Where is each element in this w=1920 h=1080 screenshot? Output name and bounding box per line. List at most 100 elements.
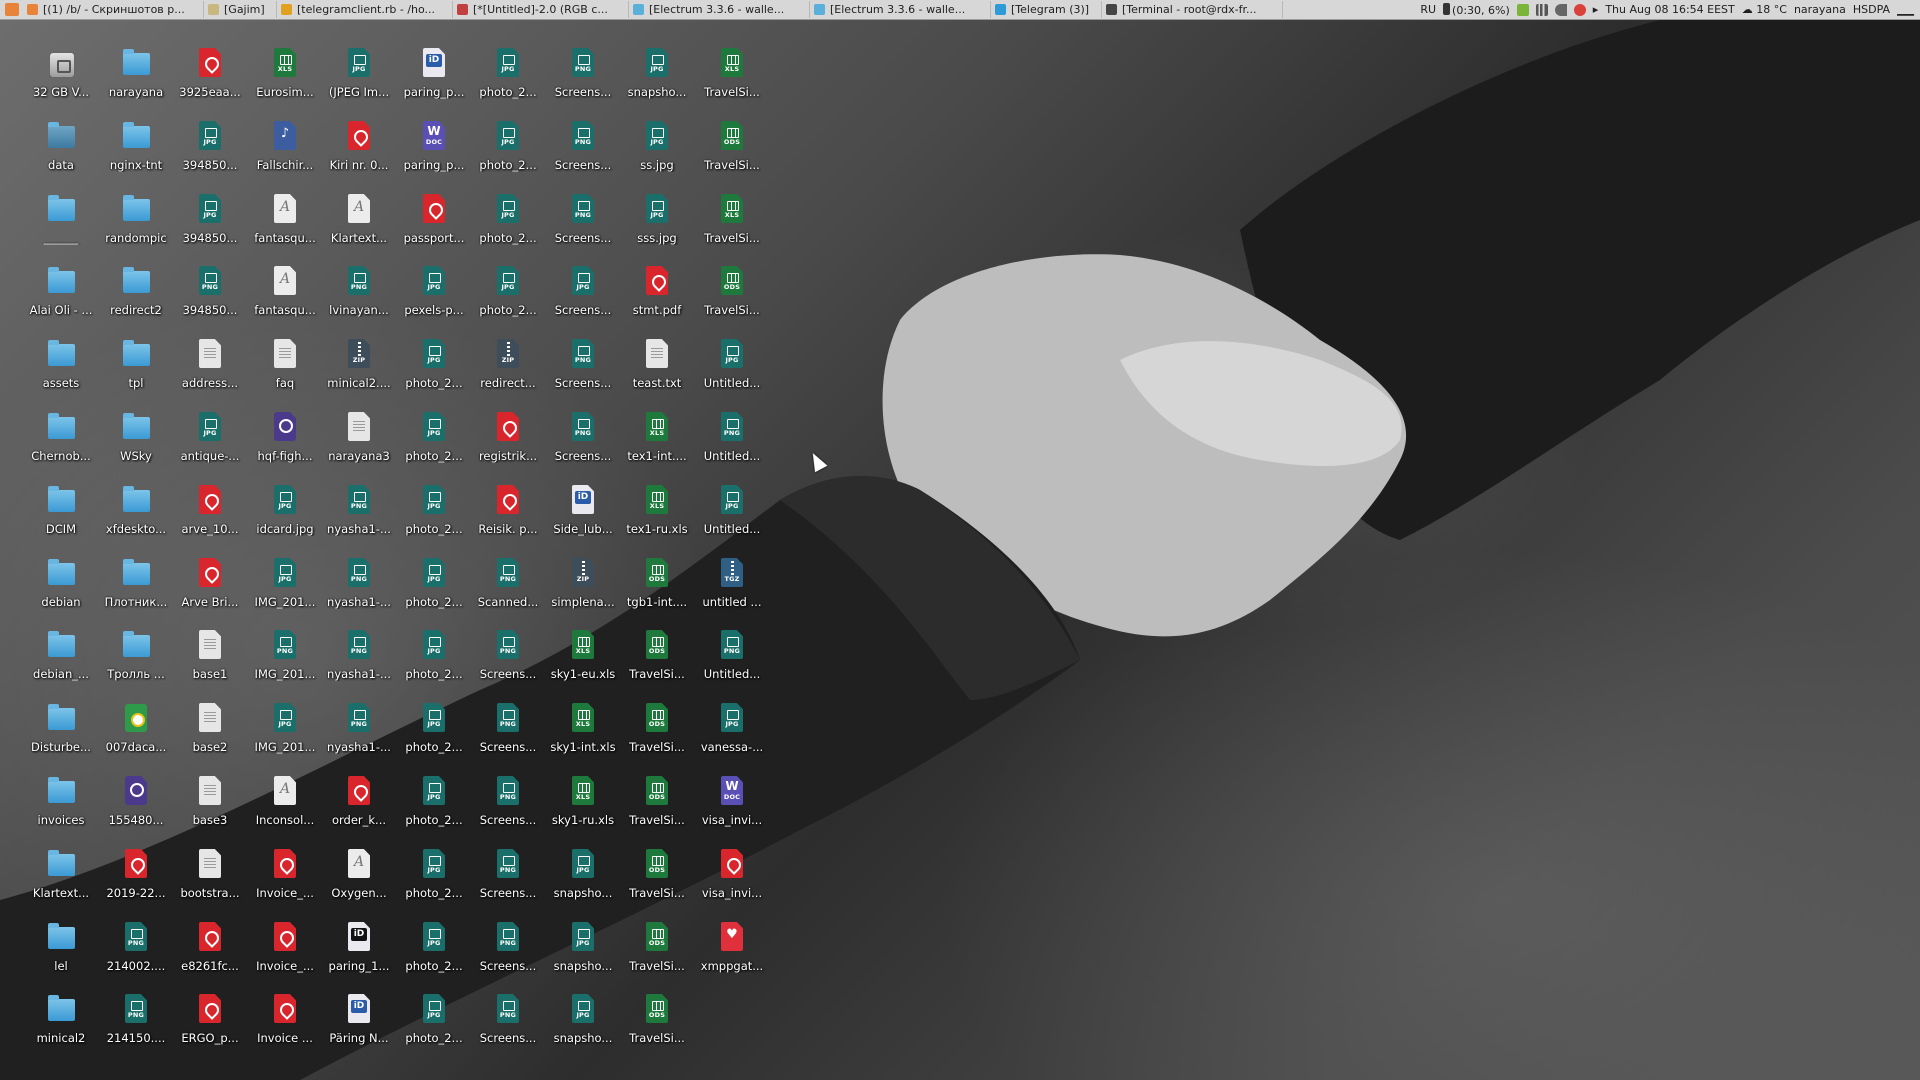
desktop-icon[interactable]: 32 GB V... — [25, 46, 97, 110]
desktop-icon[interactable]: JPG photo_2... — [398, 337, 470, 401]
desktop-icon[interactable]: PNG Screens... — [472, 847, 544, 911]
desktop-icon[interactable]: Disturbe... — [25, 701, 97, 765]
desktop-icon[interactable]: JPG photo_2... — [398, 920, 470, 984]
desktop-icon[interactable]: Invoice ... — [249, 992, 321, 1056]
volume-icon[interactable] — [1554, 3, 1567, 16]
desktop-icon[interactable]: JPG photo_2... — [472, 192, 544, 256]
android-icon[interactable] — [1516, 3, 1529, 16]
desktop-icon[interactable]: Afantasqu... — [249, 264, 321, 328]
applications-menu-icon[interactable] — [5, 3, 19, 16]
desktop-icon[interactable]: W DOC visa_invi... — [696, 774, 768, 838]
desktop-icon[interactable]: XLS TravelSi... — [696, 192, 768, 256]
desktop-icon[interactable]: JPG IMG_201... — [249, 701, 321, 765]
desktop-icon[interactable]: Arve Bri... — [174, 556, 246, 620]
desktop-icon[interactable]: PNG nyasha1-... — [323, 628, 395, 692]
desktop-icon[interactable]: Invoice_... — [249, 847, 321, 911]
desktop-icon[interactable]: JPG 394850... — [174, 192, 246, 256]
desktop-icon[interactable]: PNG Screens... — [472, 628, 544, 692]
desktop-icon[interactable]: PNG nyasha1-... — [323, 556, 395, 620]
desktop-icon[interactable]: PNG Screens... — [547, 46, 619, 110]
desktop-icon[interactable]: bootstra... — [174, 847, 246, 911]
desktop-icon[interactable]: ODS TravelSi... — [696, 119, 768, 183]
desktop-icon[interactable]: PNG 394850... — [174, 264, 246, 328]
desktop-icon[interactable]: 2019-22... — [100, 847, 172, 911]
desktop-icon[interactable]: JPG snapsho... — [621, 46, 693, 110]
desktop-icon[interactable]: WSky — [100, 410, 172, 474]
desktop-icon[interactable]: JPG IMG_201... — [249, 556, 321, 620]
desktop-icon[interactable]: JPG idcard.jpg — [249, 483, 321, 547]
desktop-icon[interactable]: PNG lvinayan... — [323, 264, 395, 328]
taskbar-button[interactable]: [Telegram (3)] — [991, 1, 1102, 18]
desktop-icon[interactable]: data — [25, 119, 97, 183]
tray-expand-icon[interactable]: ▸ — [1593, 3, 1599, 16]
desktop-icon[interactable]: XLS TravelSi... — [696, 46, 768, 110]
desktop-icon[interactable]: XLS tex1-int.... — [621, 410, 693, 474]
clock[interactable]: Thu Aug 08 16:54 EEST — [1605, 3, 1734, 16]
desktop-icon[interactable]: JPG photo_2... — [398, 774, 470, 838]
network-indicator[interactable]: HSDPA — [1853, 3, 1890, 16]
desktop-icon[interactable]: assets — [25, 337, 97, 401]
desktop-icon[interactable]: xfdeskto... — [100, 483, 172, 547]
desktop-icon[interactable]: PNG Screens... — [472, 920, 544, 984]
taskbar-button[interactable]: [Electrum 3.3.6 - walle... — [629, 1, 810, 18]
desktop-icon[interactable]: narayana3 — [323, 410, 395, 474]
desktop-icon[interactable]: Alai Oli - ... — [25, 264, 97, 328]
desktop-icon[interactable]: JPG (JPEG Im... — [323, 46, 395, 110]
desktop-icon[interactable]: ODS TravelSi... — [621, 920, 693, 984]
battery-indicator[interactable]: (0:30, 6%) — [1443, 2, 1510, 17]
desktop-icon[interactable]: nginx-tnt — [100, 119, 172, 183]
desktop-icon[interactable]: base2 — [174, 701, 246, 765]
desktop-icon[interactable]: PNG nyasha1-... — [323, 701, 395, 765]
desktop-icon[interactable]: iD paring_p... — [398, 46, 470, 110]
weather-indicator[interactable]: ☁ 18 °C — [1742, 3, 1787, 16]
desktop-icon[interactable]: base3 — [174, 774, 246, 838]
desktop-icon[interactable]: JPG snapsho... — [547, 847, 619, 911]
desktop-icon[interactable]: PNG Screens... — [547, 119, 619, 183]
desktop-icon[interactable]: JPG photo_2... — [398, 483, 470, 547]
taskbar-button[interactable]: [*[Untitled]-2.0 (RGB c... — [453, 1, 629, 18]
taskbar-button[interactable]: [Gajim] — [204, 1, 277, 18]
desktop-icon[interactable]: JPG photo_2... — [398, 410, 470, 474]
desktop-icon[interactable]: JPG photo_2... — [472, 119, 544, 183]
desktop-icon[interactable]: JPG photo_2... — [398, 701, 470, 765]
desktop-icon[interactable]: 3925eaa... — [174, 46, 246, 110]
desktop-icon[interactable]: JPG snapsho... — [547, 992, 619, 1056]
desktop-icon[interactable]: A Inconsol... — [249, 774, 321, 838]
desktop-icon[interactable]: tpl — [100, 337, 172, 401]
desktop-icon[interactable]: PNG Untitled... — [696, 410, 768, 474]
desktop-icon[interactable]: W DOC paring_p... — [398, 119, 470, 183]
desktop-icon[interactable]: stmt.pdf — [621, 264, 693, 328]
desktop-icon[interactable]: PNG Screens... — [472, 774, 544, 838]
desktop-icon[interactable]: teast.txt — [621, 337, 693, 401]
desktop-icon[interactable]: Klartext... — [25, 847, 97, 911]
desktop-icon[interactable]: Afantasqu... — [249, 192, 321, 256]
desktop-icon[interactable]: hqf-figh... — [249, 410, 321, 474]
desktop-icon[interactable]: order_k... — [323, 774, 395, 838]
desktop-icon[interactable]: Плотник... — [100, 556, 172, 620]
desktop-icon[interactable]: TGZ untitled ... — [696, 556, 768, 620]
desktop-icon[interactable]: ♥ xmppgat... — [696, 920, 768, 984]
desktop-icon[interactable]: iD Side_lub... — [547, 483, 619, 547]
desktop-icon[interactable]: ODS TravelSi... — [621, 628, 693, 692]
desktop-icon[interactable]: JPG sss.jpg — [621, 192, 693, 256]
keyboard-layout-indicator[interactable]: RU — [1420, 3, 1436, 16]
desktop-icon[interactable]: address... — [174, 337, 246, 401]
desktop-icon[interactable]: ODS tgb1-int.... — [621, 556, 693, 620]
desktop-icon[interactable]: iD Päring N... — [323, 992, 395, 1056]
signal-strength-icon[interactable] — [1535, 3, 1548, 16]
user-name[interactable]: narayana — [1794, 3, 1846, 16]
desktop-icon[interactable]: 155480... — [100, 774, 172, 838]
desktop-icon[interactable]: ODS TravelSi... — [621, 701, 693, 765]
desktop-icon[interactable]: JPG photo_2... — [472, 264, 544, 328]
taskbar-button[interactable]: [(1) /b/ - Скриншотов р... — [23, 1, 204, 18]
desktop-icon[interactable]: PNG Screens... — [547, 192, 619, 256]
desktop-icon[interactable]: passport... — [398, 192, 470, 256]
desktop-icon[interactable]: ZIP minical2.... — [323, 337, 395, 401]
desktop-icon[interactable]: registrik... — [472, 410, 544, 474]
desktop-icon[interactable]: PNG 214002.... — [100, 920, 172, 984]
desktop-icon[interactable]: JPG snapsho... — [547, 920, 619, 984]
desktop-icon[interactable]: visa_invi... — [696, 847, 768, 911]
desktop-icon[interactable]: A Klartext... — [323, 192, 395, 256]
desktop-icon[interactable]: PNG Scanned... — [472, 556, 544, 620]
desktop-icon[interactable]: JPG Untitled... — [696, 483, 768, 547]
